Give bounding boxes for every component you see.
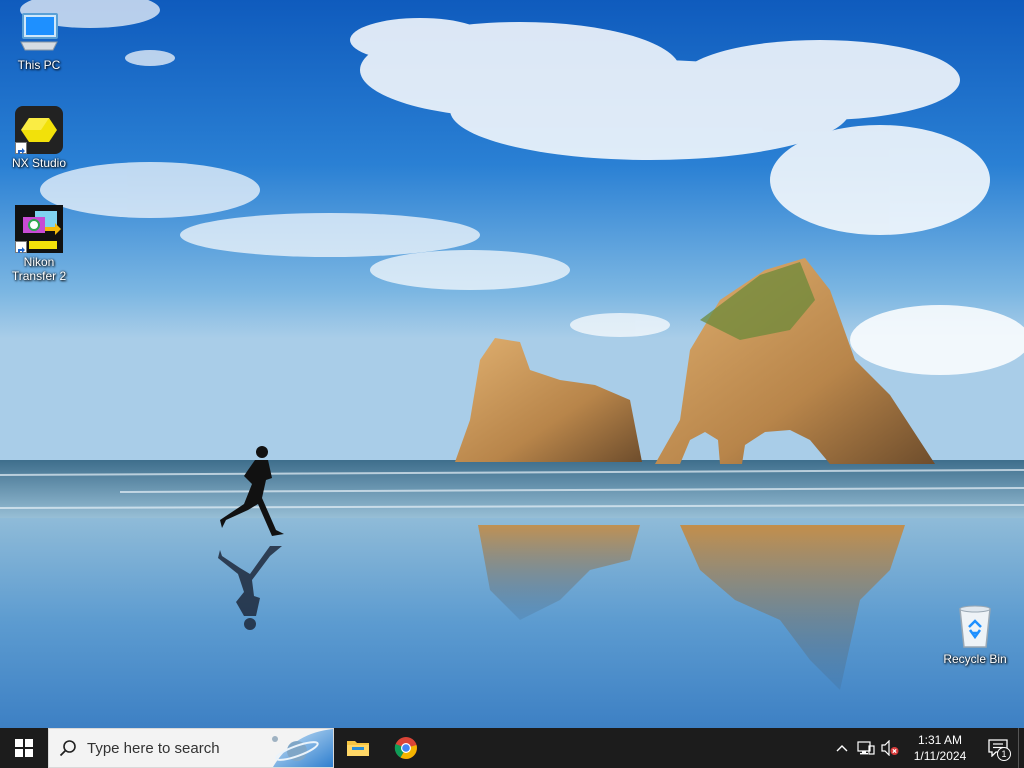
- desktop-icon-this-pc[interactable]: This PC: [1, 8, 77, 72]
- desktop-icon-label: Nikon Transfer 2: [11, 255, 67, 283]
- shortcut-arrow-icon: [15, 142, 27, 154]
- clock-time: 1:31 AM: [917, 733, 963, 747]
- network-icon: [857, 741, 875, 755]
- windows-logo-icon: [15, 739, 33, 757]
- volume-muted-icon: [881, 740, 899, 756]
- action-center-button[interactable]: 1: [978, 728, 1018, 768]
- desktop: This PC NX Studio Nikon Transfer 2 Recyc…: [0, 0, 1024, 728]
- desktop-icon-recycle-bin[interactable]: Recycle Bin: [937, 602, 1013, 666]
- search-input[interactable]: [87, 739, 267, 757]
- chevron-up-icon: [836, 745, 848, 752]
- recycle-bin-icon: [951, 602, 999, 650]
- desktop-icon-label: Recycle Bin: [943, 652, 1007, 666]
- desktop-icon-nx-studio[interactable]: NX Studio: [1, 106, 77, 170]
- search-icon: [49, 739, 87, 757]
- search-highlight-icon: [263, 729, 333, 767]
- wallpaper: [0, 0, 1024, 728]
- taskbar: 1:31 AM 1/11/2024 1: [0, 728, 1024, 768]
- folder-icon: [347, 741, 369, 756]
- computer-icon: [15, 8, 63, 56]
- start-button[interactable]: [0, 728, 48, 768]
- search-box[interactable]: [48, 728, 334, 768]
- tray-network-button[interactable]: [854, 728, 878, 768]
- system-tray: 1:31 AM 1/11/2024 1: [830, 728, 1024, 768]
- clock-date: 1/11/2024: [913, 749, 967, 763]
- chrome-icon: [394, 737, 417, 759]
- shortcut-arrow-icon: [15, 241, 27, 253]
- desktop-icon-nikon-transfer[interactable]: Nikon Transfer 2: [1, 205, 77, 283]
- desktop-icon-label: This PC: [17, 58, 61, 72]
- tray-volume-button[interactable]: [878, 728, 902, 768]
- nikon-transfer-icon: [15, 205, 63, 253]
- notification-count-badge: 1: [997, 747, 1011, 761]
- show-desktop-button[interactable]: [1018, 728, 1024, 768]
- clock[interactable]: 1:31 AM 1/11/2024: [902, 728, 978, 768]
- nx-studio-icon: [15, 106, 63, 154]
- taskbar-chrome[interactable]: [382, 728, 430, 768]
- desktop-icon-label: NX Studio: [11, 156, 67, 170]
- taskbar-file-explorer[interactable]: [334, 728, 382, 768]
- tray-overflow-button[interactable]: [830, 728, 854, 768]
